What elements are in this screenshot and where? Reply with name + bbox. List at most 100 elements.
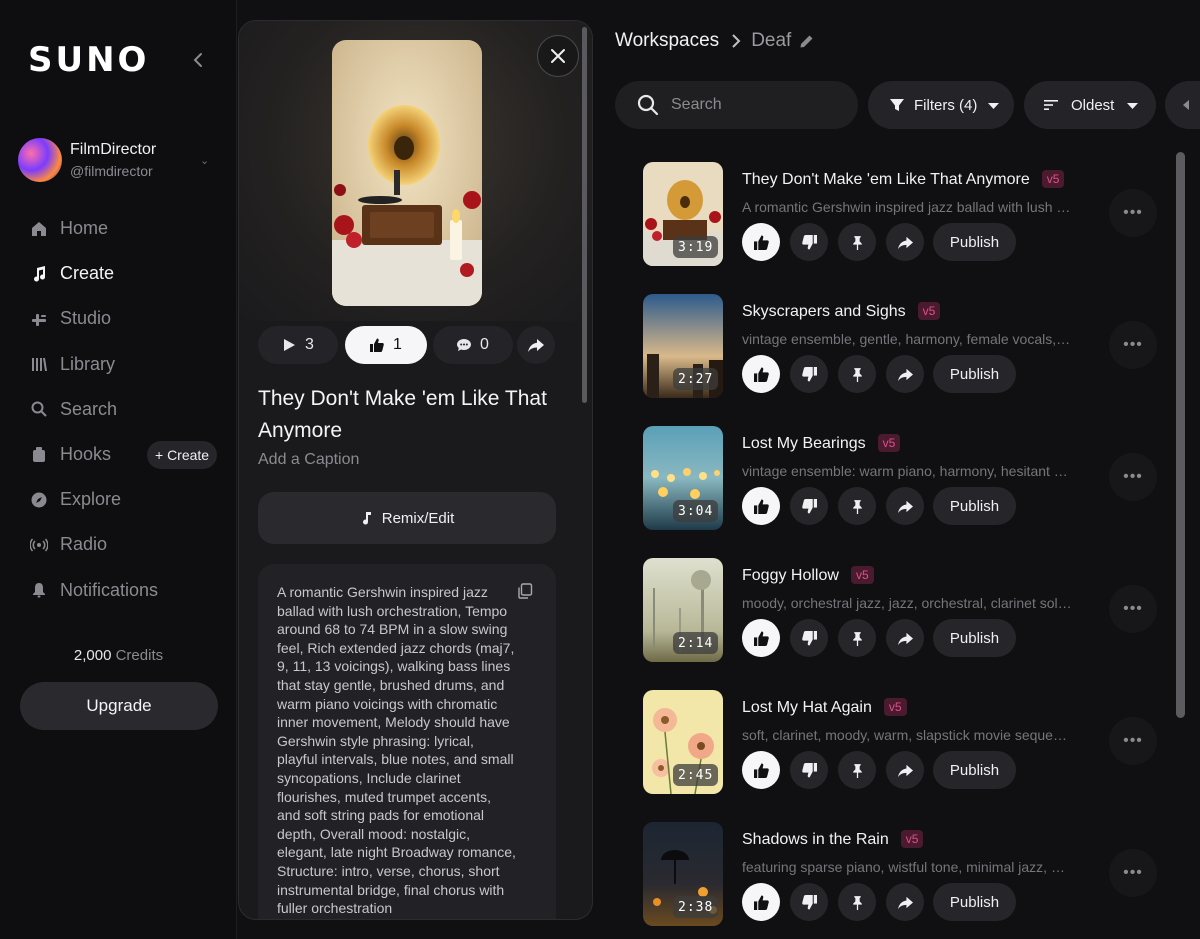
like-button[interactable] [742,223,780,261]
pin-button[interactable] [838,619,876,657]
more-options-button[interactable]: ••• [1109,321,1157,369]
like-button[interactable]: 1 [345,326,427,364]
share-button[interactable] [886,487,924,525]
share-button[interactable] [886,619,924,657]
sidebar: SUNO FilmDirector @filmdirector ⌄ Home C… [0,0,237,939]
sidebar-item-notifications[interactable]: Notifications [30,568,225,613]
publish-button[interactable]: Publish [933,355,1016,393]
share-button[interactable] [886,223,924,261]
sidebar-item-explore[interactable]: Explore [30,477,225,522]
more-horizontal-icon: ••• [1123,204,1143,221]
dislike-button[interactable] [790,223,828,261]
filters-button[interactable]: Filters (4) [868,81,1014,129]
search-input[interactable] [671,96,821,114]
avatar [18,138,62,182]
song-thumbnail[interactable]: 2:27 [643,294,723,398]
like-button[interactable] [742,883,780,921]
song-title[interactable]: They Don't Make 'em Like That Anymore v5 [742,170,1065,189]
like-button[interactable] [742,751,780,789]
pin-button[interactable] [838,751,876,789]
profile-menu[interactable]: FilmDirector @filmdirector ⌄ [18,138,218,184]
song-title[interactable]: Foggy Hollow v5 [742,566,874,585]
sidebar-item-search[interactable]: Search [30,387,225,432]
add-caption-field[interactable]: Add a Caption [258,451,359,469]
sidebar-item-radio[interactable]: Radio [30,522,225,567]
song-row[interactable]: 3:19 They Don't Make 'em Like That Anymo… [643,162,1183,266]
like-button[interactable] [742,619,780,657]
sidebar-item-hooks[interactable]: Hooks + Create [30,432,225,477]
more-horizontal-icon: ••• [1123,468,1143,485]
publish-button[interactable]: Publish [933,751,1016,789]
more-horizontal-icon: ••• [1123,732,1143,749]
song-row[interactable]: 2:27 Skyscrapers and Sighs v5 vintage ens… [643,294,1183,398]
share-button[interactable] [886,883,924,921]
song-thumbnail[interactable]: 2:45 [643,690,723,794]
more-options-button[interactable]: ••• [1109,717,1157,765]
share-button[interactable] [886,355,924,393]
song-row[interactable]: 2:38 Shadows in the Rain v5 featuring spa… [643,822,1183,926]
song-description: moody, orchestral jazz, jazz, orchestral… [742,595,1072,611]
song-row[interactable]: 3:04 Lost My Bearings v5 vintage ensemble… [643,426,1183,530]
pin-button[interactable] [838,223,876,261]
dislike-button[interactable] [790,883,828,921]
pin-button[interactable] [838,883,876,921]
publish-button[interactable]: Publish [933,223,1016,261]
song-thumbnail[interactable]: 3:19 [643,162,723,266]
pin-icon [852,763,862,778]
song-thumbnail[interactable]: 3:04 [643,426,723,530]
comments-button[interactable]: 0 [433,326,513,364]
play-count-button[interactable]: 3 [258,326,338,364]
dislike-button[interactable] [790,487,828,525]
upgrade-button[interactable]: Upgrade [20,682,218,730]
sort-button[interactable]: Oldest [1024,81,1156,129]
search-bar[interactable] [615,81,858,129]
publish-button[interactable]: Publish [933,619,1016,657]
pin-button[interactable] [838,355,876,393]
hooks-create-button[interactable]: + Create [147,440,218,469]
song-title[interactable]: Lost My Hat Again v5 [742,698,907,717]
breadcrumb-workspaces[interactable]: Workspaces [615,30,719,52]
song-row[interactable]: 2:14 Foggy Hollow v5 moody, orchestral ja… [643,558,1183,662]
thumbs-down-icon [801,234,817,249]
sidebar-item-create[interactable]: Create [30,251,225,296]
more-options-button[interactable]: ••• [1109,849,1157,897]
dislike-button[interactable] [790,355,828,393]
thumbs-down-icon [801,762,817,777]
song-title[interactable]: Shadows in the Rain v5 [742,830,924,849]
song-title[interactable]: Lost My Bearings v5 [742,434,901,453]
library-icon [32,358,47,372]
close-button[interactable] [537,35,579,77]
sidebar-item-home[interactable]: Home [30,206,225,251]
detail-scrollbar[interactable] [582,27,587,403]
sidebar-item-studio[interactable]: Studio [30,296,225,341]
dislike-button[interactable] [790,751,828,789]
share-button[interactable] [886,751,924,789]
pin-button[interactable] [838,487,876,525]
thumbs-up-icon [370,338,384,352]
search-icon [31,401,47,418]
song-row[interactable]: 2:45 Lost My Hat Again v5 soft, clarinet,… [643,690,1183,794]
song-thumbnail[interactable]: 2:14 [643,558,723,662]
collapse-sidebar-icon[interactable] [188,50,208,70]
more-options-button[interactable]: ••• [1109,453,1157,501]
publish-button[interactable]: Publish [933,883,1016,921]
song-title[interactable]: Skyscrapers and Sighs v5 [742,302,941,321]
dislike-button[interactable] [790,619,828,657]
suno-logo[interactable]: SUNO [28,40,149,80]
thumbs-down-icon [801,498,817,513]
publish-button[interactable]: Publish [933,487,1016,525]
thumbs-up-icon [753,895,769,910]
thumbs-up-icon [753,499,769,514]
duration-badge: 3:04 [673,500,719,522]
duration-badge: 2:27 [673,368,719,390]
sidebar-item-library[interactable]: Library [30,342,225,387]
like-button[interactable] [742,487,780,525]
like-button[interactable] [742,355,780,393]
more-options-button[interactable]: ••• [1109,189,1157,237]
more-options-button[interactable]: ••• [1109,585,1157,633]
share-button[interactable] [517,326,555,364]
song-thumbnail[interactable]: 2:38 [643,822,723,926]
copy-icon[interactable] [517,583,533,599]
pencil-icon[interactable] [799,34,814,49]
remix-edit-button[interactable]: Remix/Edit [258,492,556,544]
